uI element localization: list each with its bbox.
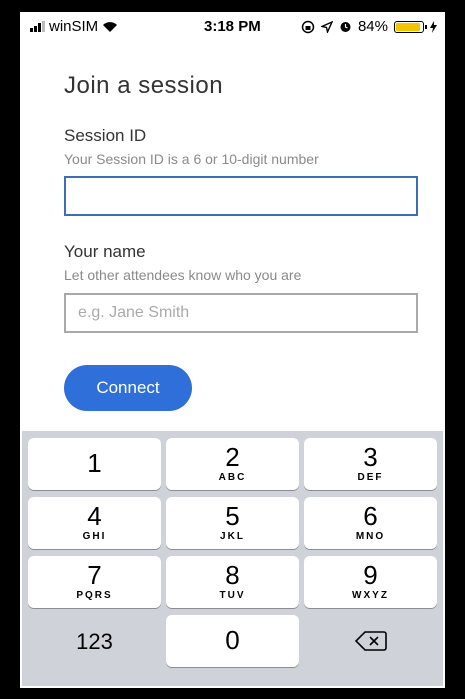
key-9-letters: WXYZ (352, 590, 389, 601)
key-3-letters: DEF (357, 472, 384, 483)
key-4-letters: GHI (82, 531, 107, 542)
key-2-number: 2 (225, 442, 240, 472)
key-4[interactable]: 4 GHI (28, 497, 161, 549)
key-5-letters: JKL (220, 531, 245, 542)
name-label: Your name (64, 242, 146, 261)
backspace-icon (354, 631, 387, 651)
key-6[interactable]: 6 MNO (304, 497, 437, 549)
name-help: Let other attendees know who you are (64, 267, 302, 283)
wifi-icon (103, 21, 118, 32)
key-5[interactable]: 5 JKL (166, 497, 299, 549)
phone-screen: winSIM 3:18 PM 84% Join a session Sessio… (20, 12, 445, 688)
status-bar: winSIM 3:18 PM 84% (22, 14, 443, 40)
key-2[interactable]: 2 ABC (166, 438, 299, 490)
battery-percent: 84% (357, 18, 388, 35)
signal-bars-icon (30, 21, 45, 32)
key-7[interactable]: 7 PQRS (28, 556, 161, 608)
session-id-label: Session ID (64, 126, 147, 145)
key-0[interactable]: 0 (166, 615, 299, 667)
key-7-letters: PQRS (76, 590, 113, 601)
name-input[interactable]: e.g. Jane Smith (64, 293, 418, 333)
key-5-number: 5 (225, 501, 240, 531)
key-8-letters: TUV (219, 590, 246, 601)
key-mode-label: 123 (76, 629, 113, 654)
page-title: Join a session (64, 72, 224, 99)
location-arrow-icon (320, 20, 333, 33)
key-8-number: 8 (225, 560, 240, 590)
key-3-number: 3 (363, 442, 378, 472)
key-7-number: 7 (87, 560, 102, 590)
key-1-number: 1 (87, 448, 102, 478)
key-0-number: 0 (225, 625, 240, 655)
key-9[interactable]: 9 WXYZ (304, 556, 437, 608)
charging-bolt-icon (430, 20, 437, 33)
key-3[interactable]: 3 DEF (304, 438, 437, 490)
key-mode-123[interactable]: 123 (28, 615, 161, 667)
key-delete[interactable] (304, 615, 437, 667)
key-1[interactable]: 1 (28, 438, 161, 490)
carrier-name: winSIM (49, 18, 99, 35)
session-id-help: Your Session ID is a 6 or 10-digit numbe… (64, 151, 319, 167)
alarm-icon (340, 22, 351, 32)
session-id-input[interactable] (64, 176, 418, 216)
key-9-number: 9 (363, 560, 378, 590)
connect-button[interactable]: Connect (64, 365, 192, 411)
key-2-letters: ABC (218, 472, 247, 483)
numeric-keypad: 1 2 ABC 3 DEF 4 GHI 5 JKL 6 MNO 7 PQRS 8… (22, 431, 443, 686)
key-6-letters: MNO (355, 531, 386, 542)
key-6-number: 6 (363, 501, 378, 531)
key-8[interactable]: 8 TUV (166, 556, 299, 608)
battery-icon (394, 20, 427, 33)
name-placeholder: e.g. Jane Smith (78, 304, 190, 321)
lock-rotation-icon (301, 20, 315, 33)
status-time: 3:18 PM (204, 18, 261, 35)
key-4-number: 4 (87, 501, 102, 531)
